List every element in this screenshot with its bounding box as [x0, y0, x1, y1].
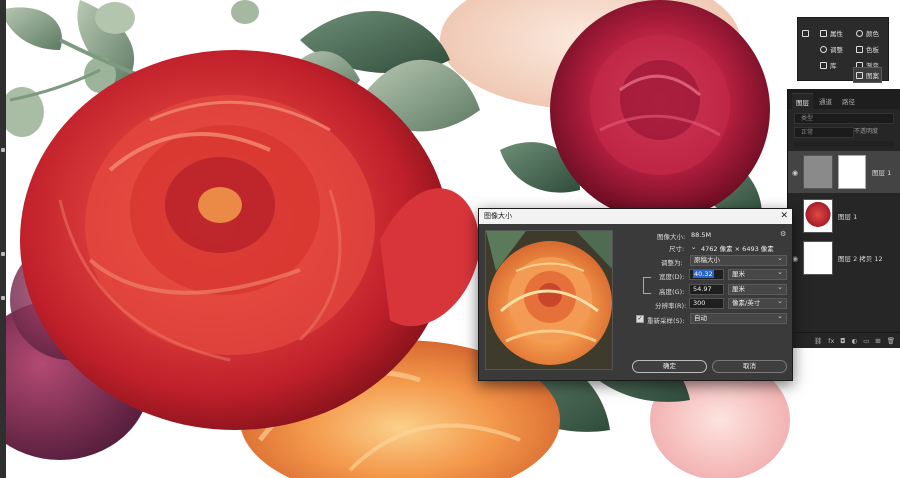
- panel-item-swatches[interactable]: 色板: [856, 42, 879, 56]
- width-unit-select[interactable]: 厘米: [728, 268, 787, 280]
- width-label: 宽度(D):: [659, 273, 685, 281]
- resample-label: 重新采样(S):: [647, 317, 685, 325]
- chevron-down-icon[interactable]: ⌄: [691, 243, 696, 251]
- folder-icon[interactable]: ▭: [863, 337, 869, 345]
- photoshop-workspace: 属性 调整 库 颜色 色板 渐变 图案 图层 通道 路径 类型 正常 不透明度 …: [0, 0, 900, 478]
- mask-icon[interactable]: ◘: [840, 337, 845, 345]
- layer-thumbnail: [803, 155, 833, 189]
- resolution-label: 分辨率(R):: [655, 302, 687, 310]
- lock-row: [794, 141, 894, 147]
- image-preview[interactable]: [485, 230, 613, 370]
- layers-panel-footer: ⛓ fx ◘ ◐ ▭ ⊞ 🗑: [788, 332, 900, 348]
- resolution-input[interactable]: 300: [689, 298, 724, 309]
- resolution-unit-select[interactable]: 像素/英寸: [728, 297, 787, 309]
- height-input[interactable]: 54.97: [689, 284, 724, 295]
- layer-row[interactable]: 图层 1: [788, 195, 900, 237]
- close-icon[interactable]: ✕: [780, 209, 788, 224]
- layer-row[interactable]: ◉ 图层 2 拷贝 12: [788, 237, 900, 279]
- width-input[interactable]: 40.32: [689, 269, 724, 280]
- adjustment-icon[interactable]: ◐: [851, 337, 857, 345]
- tab-layers[interactable]: 图层: [792, 93, 813, 109]
- resample-checkbox[interactable]: ✓: [636, 315, 644, 323]
- preview-rose-image: [486, 231, 612, 369]
- dimensions-value: 4762 像素 × 6493 像素: [701, 245, 774, 253]
- panel-item-brush[interactable]: [802, 26, 812, 40]
- fit-to-label: 调整为:: [661, 259, 683, 267]
- blend-mode-select[interactable]: 正常: [794, 127, 854, 138]
- swatch-icon: [856, 29, 863, 37]
- layer-name[interactable]: 图层 1: [838, 211, 857, 221]
- image-size-dialog: 图像大小 ✕ 图像大小: 88.5M ⚙ 尺寸: ⌄ 4762 像素 × 649…: [478, 208, 793, 381]
- toolbar-edge[interactable]: [0, 0, 6, 478]
- panel-item-properties[interactable]: 属性: [820, 26, 843, 40]
- link-icon[interactable]: ⛓: [814, 337, 822, 345]
- trash-icon[interactable]: 🗑: [887, 337, 895, 345]
- image-size-label: 图像大小:: [657, 233, 686, 241]
- image-size-value: 88.5M: [691, 231, 712, 239]
- grid-icon: [856, 45, 863, 53]
- panel-item-adjustments[interactable]: 调整: [820, 42, 843, 56]
- tab-paths[interactable]: 路径: [838, 93, 859, 109]
- dialog-titlebar[interactable]: 图像大小 ✕: [479, 209, 792, 224]
- height-label: 高度(G):: [659, 288, 685, 296]
- layer-filter-kind[interactable]: 类型: [794, 113, 894, 124]
- layer-thumbnail: [803, 199, 833, 233]
- pencil-icon: [820, 29, 827, 37]
- layer-name[interactable]: 图层 2 拷贝 12: [838, 253, 883, 263]
- brush-icon: [802, 29, 809, 37]
- circle-half-icon: [820, 45, 827, 53]
- library-icon: [820, 61, 827, 69]
- layer-thumbnail: [803, 241, 833, 275]
- layer-mask-thumbnail[interactable]: [838, 155, 866, 189]
- opacity-label: 不透明度: [854, 128, 879, 135]
- layers-panel-tabs: 图层 通道 路径: [788, 89, 900, 109]
- height-unit-select[interactable]: 厘米: [728, 283, 787, 295]
- new-layer-icon[interactable]: ⊞: [875, 337, 880, 345]
- panel-item-libraries[interactable]: 库: [820, 58, 837, 72]
- cancel-button[interactable]: 取消: [712, 360, 787, 373]
- ok-button[interactable]: 确定: [632, 360, 707, 373]
- resample-select[interactable]: 自动: [690, 312, 787, 324]
- eye-icon[interactable]: ◉: [792, 169, 798, 177]
- properties-panel-group: 属性 调整 库 颜色 色板 渐变 图案: [797, 17, 889, 83]
- pattern-icon: [856, 71, 863, 79]
- panel-item-patterns[interactable]: 图案: [853, 67, 882, 83]
- layer-row[interactable]: ◉ 图层 1: [788, 151, 900, 193]
- dialog-title: 图像大小: [484, 212, 512, 220]
- dimensions-label: 尺寸:: [669, 245, 685, 253]
- panel-item-color[interactable]: 颜色: [856, 26, 879, 40]
- layers-panel: 图层 通道 路径 类型 正常 不透明度 ◉ 图层 1 图层 1 ◉ 图层 2 拷…: [787, 89, 900, 348]
- width-value: 40.32: [693, 270, 714, 278]
- fit-to-select[interactable]: 原稿大小: [690, 254, 787, 266]
- tab-channels[interactable]: 通道: [815, 93, 836, 109]
- gear-icon[interactable]: ⚙: [780, 230, 786, 238]
- fx-icon[interactable]: fx: [828, 337, 834, 345]
- layer-name[interactable]: 图层 1: [872, 167, 891, 177]
- constrain-proportions-icon[interactable]: [643, 277, 651, 294]
